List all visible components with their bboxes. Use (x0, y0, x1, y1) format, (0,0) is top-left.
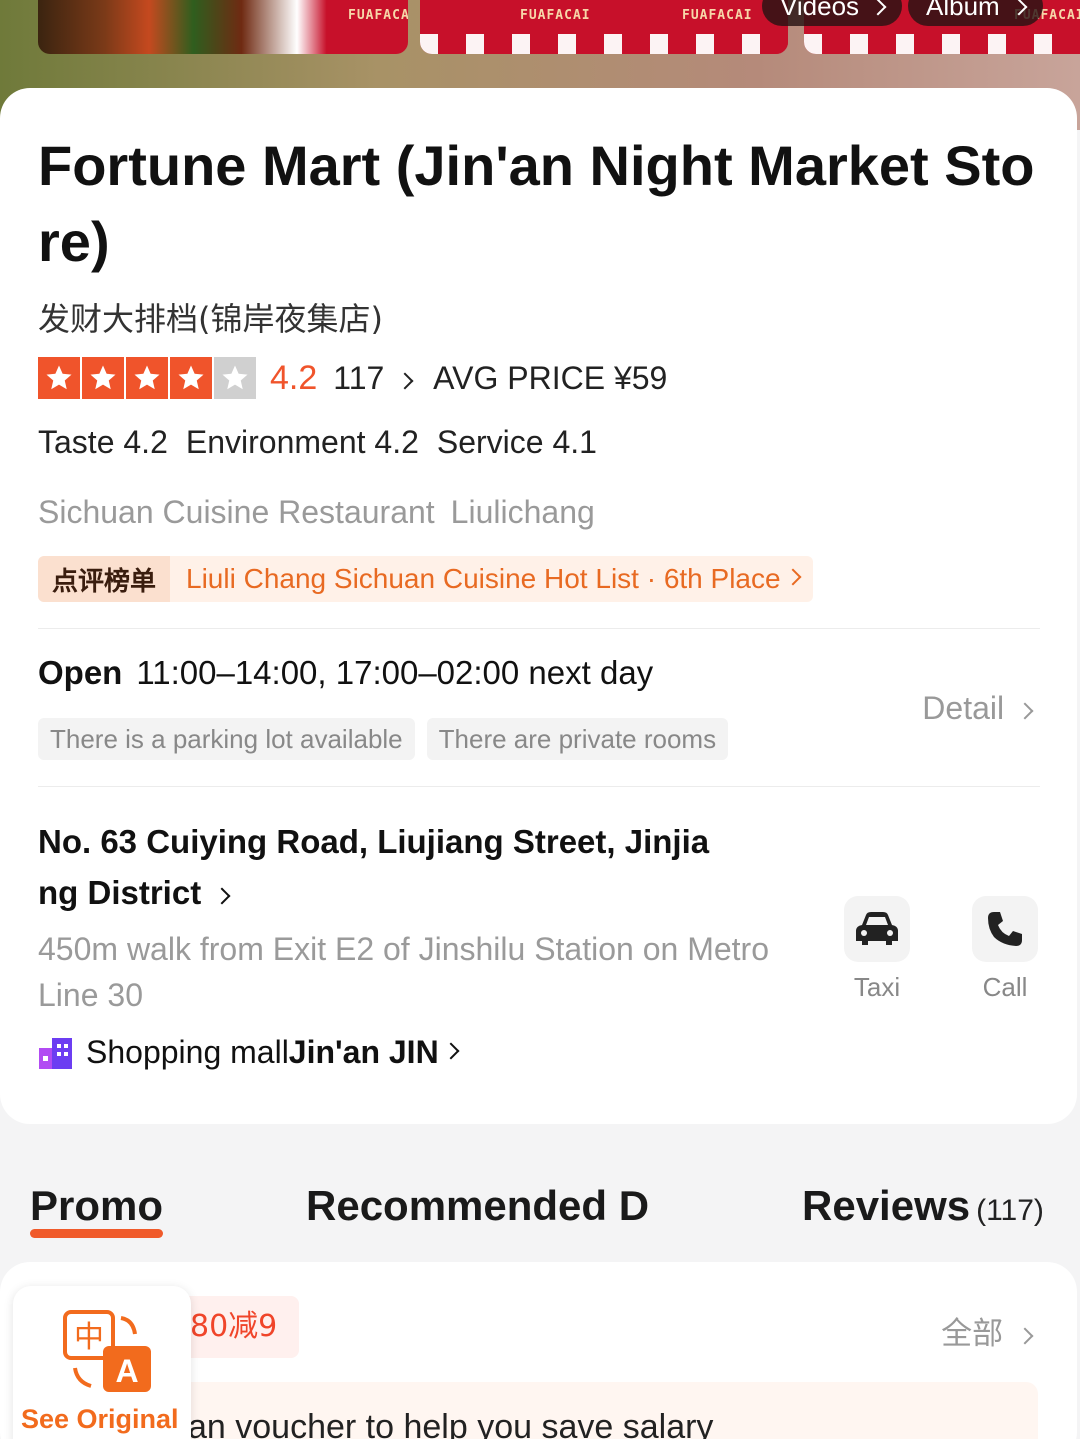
chevron-right-icon (213, 887, 231, 905)
call-button[interactable]: Call (972, 896, 1038, 1003)
review-count: 117 (333, 359, 385, 396)
category-row: Sichuan Cuisine Restaurant Liulichang (38, 494, 595, 531)
tab-promo[interactable]: Promo (30, 1182, 164, 1238)
voucher-text: an voucher to help you save salary (188, 1408, 714, 1439)
photo-thumbnail[interactable]: FUAFACAI FUAFACAI (420, 0, 788, 54)
shopping-mall-link[interactable]: Shopping mall Jin'an JIN (38, 1034, 460, 1071)
star-icon (126, 357, 168, 399)
address-link[interactable]: No. 63 Cuiying Road, Liujiang Street, Ji… (38, 816, 718, 918)
review-count-link[interactable]: 117 (333, 359, 414, 397)
chevron-right-icon (784, 568, 802, 586)
call-label: Call (982, 972, 1028, 1002)
banner-stripes (804, 34, 1080, 54)
hot-list-text: Liuli Chang Sichuan Cuisine Hot List · 6… (170, 556, 813, 602)
hot-list-badge[interactable]: 点评榜单 Liuli Chang Sichuan Cuisine Hot Lis… (38, 556, 813, 602)
open-status: Open (38, 654, 123, 691)
mall-name: Jin'an JIN (288, 1034, 439, 1070)
videos-button[interactable]: Videos (762, 0, 903, 26)
view-all-label: 全部 (941, 1316, 1004, 1352)
opening-hours: Open 11:00–14:00, 17:00–02:00 next day (38, 654, 653, 692)
app-screen: FUAFACAI FUAFACAI FUAFACAI FUAFACAI Vide… (0, 0, 1080, 1439)
chevron-right-icon (396, 372, 414, 389)
car-icon (856, 912, 898, 945)
store-name: Fortune Mart (Jin'an Night Market Store) (38, 134, 1035, 273)
star-icon (38, 357, 80, 399)
taxi-icon-button[interactable] (844, 896, 910, 962)
taste-score: Taste 4.2 (38, 424, 168, 460)
voucher-banner[interactable]: an voucher to help you save salary (176, 1382, 1038, 1439)
photo-thumbnail[interactable]: FUAFACAI (38, 0, 408, 54)
mall-prefix: Shopping mall (86, 1034, 289, 1070)
sub-scores: Taste 4.2 Environment 4.2 Service 4.1 (38, 424, 597, 461)
environment-score: Environment 4.2 (185, 424, 419, 460)
tab-recommended-dishes[interactable]: Recommended D (306, 1182, 649, 1230)
banner-stripes (420, 34, 788, 54)
detail-button[interactable]: Detail (922, 690, 1034, 727)
star-icon (170, 357, 212, 399)
detail-label: Detail (922, 690, 1005, 726)
service-score: Service 4.1 (436, 424, 597, 460)
section-tabs: Promo Recommended D Reviews (117) (0, 1160, 1080, 1250)
divider (38, 786, 1040, 787)
see-original-label: See Original (21, 1404, 179, 1434)
active-tab-indicator (30, 1229, 164, 1238)
brand-watermark: FUAFACAI (682, 8, 753, 23)
hours-text: 11:00–14:00, 17:00–02:00 next day (136, 654, 654, 691)
taxi-button[interactable]: Taxi (844, 896, 910, 1003)
hot-list-tag: 点评榜单 (38, 556, 171, 602)
discount-chip[interactable]: 80减9 (176, 1296, 300, 1358)
divider (38, 628, 1040, 629)
chevron-right-icon (1010, 0, 1028, 16)
area-name: Liulichang (450, 494, 595, 530)
tab-reviews-label: Reviews (802, 1182, 971, 1229)
hot-list-label: Liuli Chang Sichuan Cuisine Hot List · 6… (186, 563, 781, 594)
store-info-card: Fortune Mart (Jin'an Night Market Store)… (0, 88, 1077, 1124)
rating-value: 4.2 (270, 358, 318, 397)
album-button[interactable]: Album (908, 0, 1043, 26)
phone-icon (988, 912, 1022, 946)
call-icon-button[interactable] (972, 896, 1038, 962)
store-name-chinese: 发财大排档(锦岸夜集店) (38, 300, 383, 338)
videos-label: Videos (780, 0, 860, 21)
address-text: No. 63 Cuiying Road, Liujiang Street, Ji… (38, 823, 710, 911)
tab-reviews[interactable]: Reviews (117) (802, 1182, 1044, 1230)
brand-watermark: FUAFACAI (348, 8, 408, 23)
average-price: AVG PRICE ¥59 (433, 359, 668, 396)
view-all-button[interactable]: 全部 (941, 1308, 1034, 1353)
translate-icon: 中 A (63, 1310, 151, 1392)
tab-reviews-count: (117) (976, 1194, 1044, 1227)
taxi-label: Taxi (853, 972, 901, 1002)
chevron-right-icon (1016, 1327, 1034, 1345)
star-icon (82, 357, 124, 399)
tab-promo-label: Promo (30, 1182, 164, 1229)
cuisine-category: Sichuan Cuisine Restaurant (38, 494, 435, 530)
svg-text:A: A (115, 1353, 138, 1389)
star-rating (38, 357, 258, 399)
svg-text:中: 中 (74, 1320, 104, 1355)
brand-watermark: FUAFACAI (520, 8, 591, 23)
building-icon (39, 1037, 72, 1069)
chevron-right-icon (442, 1042, 460, 1059)
transit-directions: 450m walk from Exit E2 of Jinshilu Stati… (38, 931, 769, 1013)
tab-dishes-label: Recommended D (306, 1182, 650, 1229)
album-label: Album (926, 0, 1000, 21)
facility-tag-parking: There is a parking lot available (38, 718, 415, 760)
facility-tags: There is a parking lot available There a… (38, 718, 729, 760)
facility-tag-private-rooms: There are private rooms (426, 718, 729, 760)
chevron-right-icon (1016, 702, 1034, 720)
star-icon (214, 357, 256, 399)
chevron-right-icon (869, 0, 887, 16)
rating-row: 4.2 117 AVG PRICE ¥59 (38, 356, 667, 400)
see-original-button[interactable]: 中 A See Original (13, 1286, 191, 1439)
